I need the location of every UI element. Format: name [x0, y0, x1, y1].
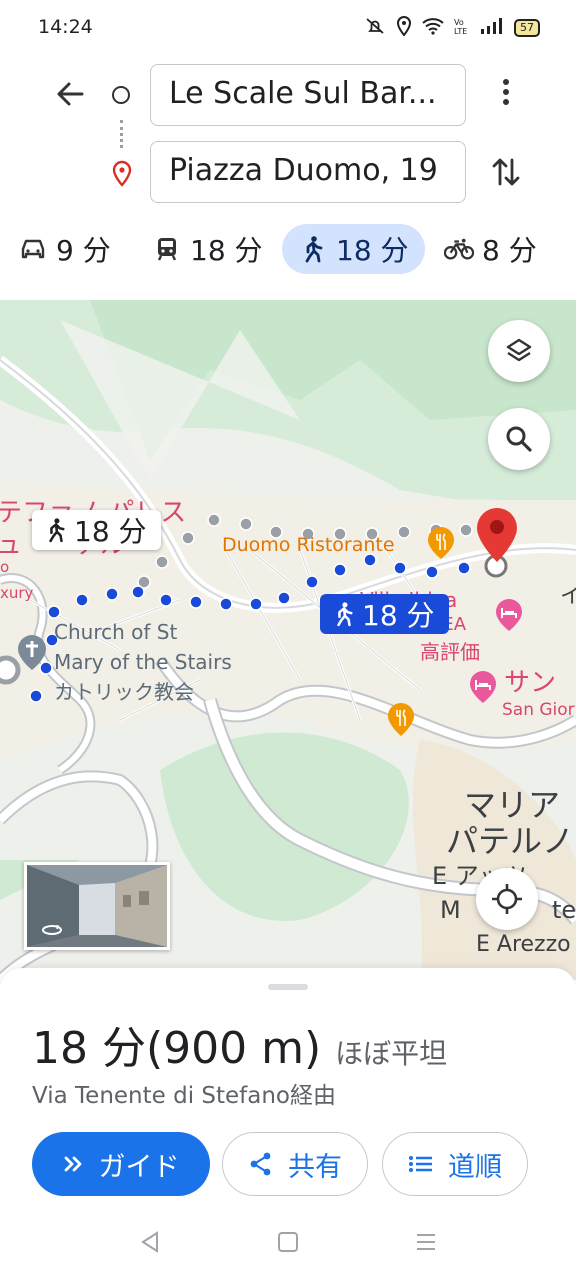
mode-cycling[interactable]: 8 分 — [444, 224, 537, 274]
origin-marker-icon — [112, 86, 130, 104]
back-button[interactable] — [52, 78, 88, 114]
signal-icon — [480, 17, 504, 39]
layers-button[interactable] — [488, 320, 550, 382]
mode-walking[interactable]: 18 分 — [282, 224, 425, 274]
more-options-button[interactable] — [492, 78, 520, 114]
swap-icon — [492, 158, 520, 186]
mode-transit[interactable]: 18 分 — [152, 224, 263, 274]
my-location-icon — [492, 884, 522, 914]
guide-button[interactable]: ガイド — [32, 1132, 210, 1196]
map-label-luxury: xury — [0, 584, 34, 602]
drag-handle[interactable] — [268, 984, 308, 990]
hotel-icon[interactable] — [468, 670, 498, 708]
bike-icon — [444, 234, 474, 264]
selected-route-time: 18 分 — [362, 599, 435, 632]
destination-pin-icon — [110, 160, 134, 192]
double-chevron-icon — [64, 1156, 81, 1172]
more-vert-icon — [503, 79, 509, 105]
location-icon — [396, 15, 412, 40]
wifi-icon — [422, 17, 444, 39]
guide-label: ガイド — [98, 1151, 180, 1183]
my-location-button[interactable] — [476, 868, 538, 930]
mode-driving-label: 9 分 — [56, 234, 111, 267]
travel-mode-bar: 9 分 18 分 18 分 8 分 — [0, 222, 576, 278]
map-label-fragment: o — [0, 558, 10, 576]
walk-icon — [337, 602, 353, 627]
map-label-maria-6: E Arezzo — [476, 932, 571, 957]
map-label-ia: イ — [560, 584, 576, 609]
hotel-icon[interactable] — [494, 598, 524, 636]
route-duration: 18 分(900 m) — [32, 1012, 321, 1076]
nav-back-icon[interactable] — [138, 1230, 162, 1258]
alt-route-bubble[interactable]: 18 分 — [32, 510, 161, 550]
origin-input[interactable]: Le Scale Sul Bar... — [150, 64, 466, 126]
nav-menu-icon[interactable] — [414, 1230, 438, 1258]
mode-cycling-label: 8 分 — [482, 234, 537, 267]
share-button[interactable]: 共有 — [222, 1132, 368, 1196]
system-nav-bar — [0, 1210, 576, 1280]
list-icon — [409, 1156, 432, 1172]
street-view-thumbnail[interactable] — [24, 862, 170, 950]
alt-route-time: 18 分 — [74, 515, 147, 548]
destination-input[interactable]: Piazza Duomo, 19 — [150, 141, 466, 203]
map-label-church-3: カトリック教会 — [54, 680, 194, 704]
map-label-san-giorgio: San Gior — [502, 700, 575, 720]
route-via: Via Tenente di Stefano経由 — [32, 1083, 337, 1109]
map-label-maria-4: M — [440, 896, 461, 924]
route-terrain: ほぼ平坦 — [335, 1037, 448, 1070]
battery-icon: 57 — [514, 19, 540, 37]
duomo-restaurant-icon[interactable] — [426, 526, 456, 564]
map-view[interactable]: テファノ パレス ュ テル o xury Duomo Ristorante Ch… — [0, 300, 576, 980]
nav-home-icon[interactable] — [276, 1230, 300, 1258]
mode-transit-label: 18 分 — [190, 234, 263, 267]
duration-value: 18 分 — [32, 1023, 146, 1074]
map-label-maria-5: te — [552, 896, 576, 924]
steps-button[interactable]: 道順 — [382, 1132, 528, 1196]
restaurant-icon[interactable] — [386, 702, 416, 742]
svg-text:LTE: LTE — [454, 27, 467, 35]
map-search-button[interactable] — [488, 408, 550, 470]
church-icon[interactable] — [16, 634, 48, 676]
selected-route-bubble[interactable]: 18 分 — [320, 594, 449, 634]
layers-icon — [506, 338, 532, 362]
map-label-san: サン — [504, 668, 557, 698]
volte-icon: Vo LTE — [454, 17, 470, 39]
mute-icon — [364, 17, 386, 39]
route-summary: 18 分(900 m) ほぼ平坦 — [32, 1012, 447, 1076]
search-icon — [506, 426, 532, 452]
swap-button[interactable] — [490, 154, 522, 194]
status-time: 14:24 — [38, 16, 93, 38]
destination-map-pin-icon[interactable] — [474, 506, 520, 568]
map-label-villa-3: 高評価 — [420, 640, 480, 664]
status-icons: Vo LTE 57 — [364, 15, 540, 40]
mode-walking-label: 18 分 — [336, 234, 409, 267]
route-connector — [120, 120, 126, 148]
rotate-360-icon — [42, 925, 62, 935]
back-arrow-icon — [57, 82, 84, 106]
map-label-duomo: Duomo Ristorante — [222, 534, 395, 556]
mode-driving[interactable]: 9 分 — [18, 224, 111, 274]
car-icon — [18, 234, 48, 264]
map-label-church-2: Mary of the Stairs — [54, 650, 232, 674]
walk-icon — [49, 518, 65, 543]
share-label: 共有 — [288, 1151, 342, 1183]
walk-icon — [298, 234, 328, 264]
steps-label: 道順 — [448, 1151, 502, 1183]
share-icon — [250, 1152, 271, 1176]
status-bar: 14:24 Vo LTE 57 — [0, 0, 576, 56]
distance-value: (900 m) — [145, 1023, 322, 1074]
svg-text:Vo: Vo — [454, 18, 464, 27]
train-icon — [152, 234, 182, 264]
map-label-church: Church of St — [54, 620, 178, 644]
